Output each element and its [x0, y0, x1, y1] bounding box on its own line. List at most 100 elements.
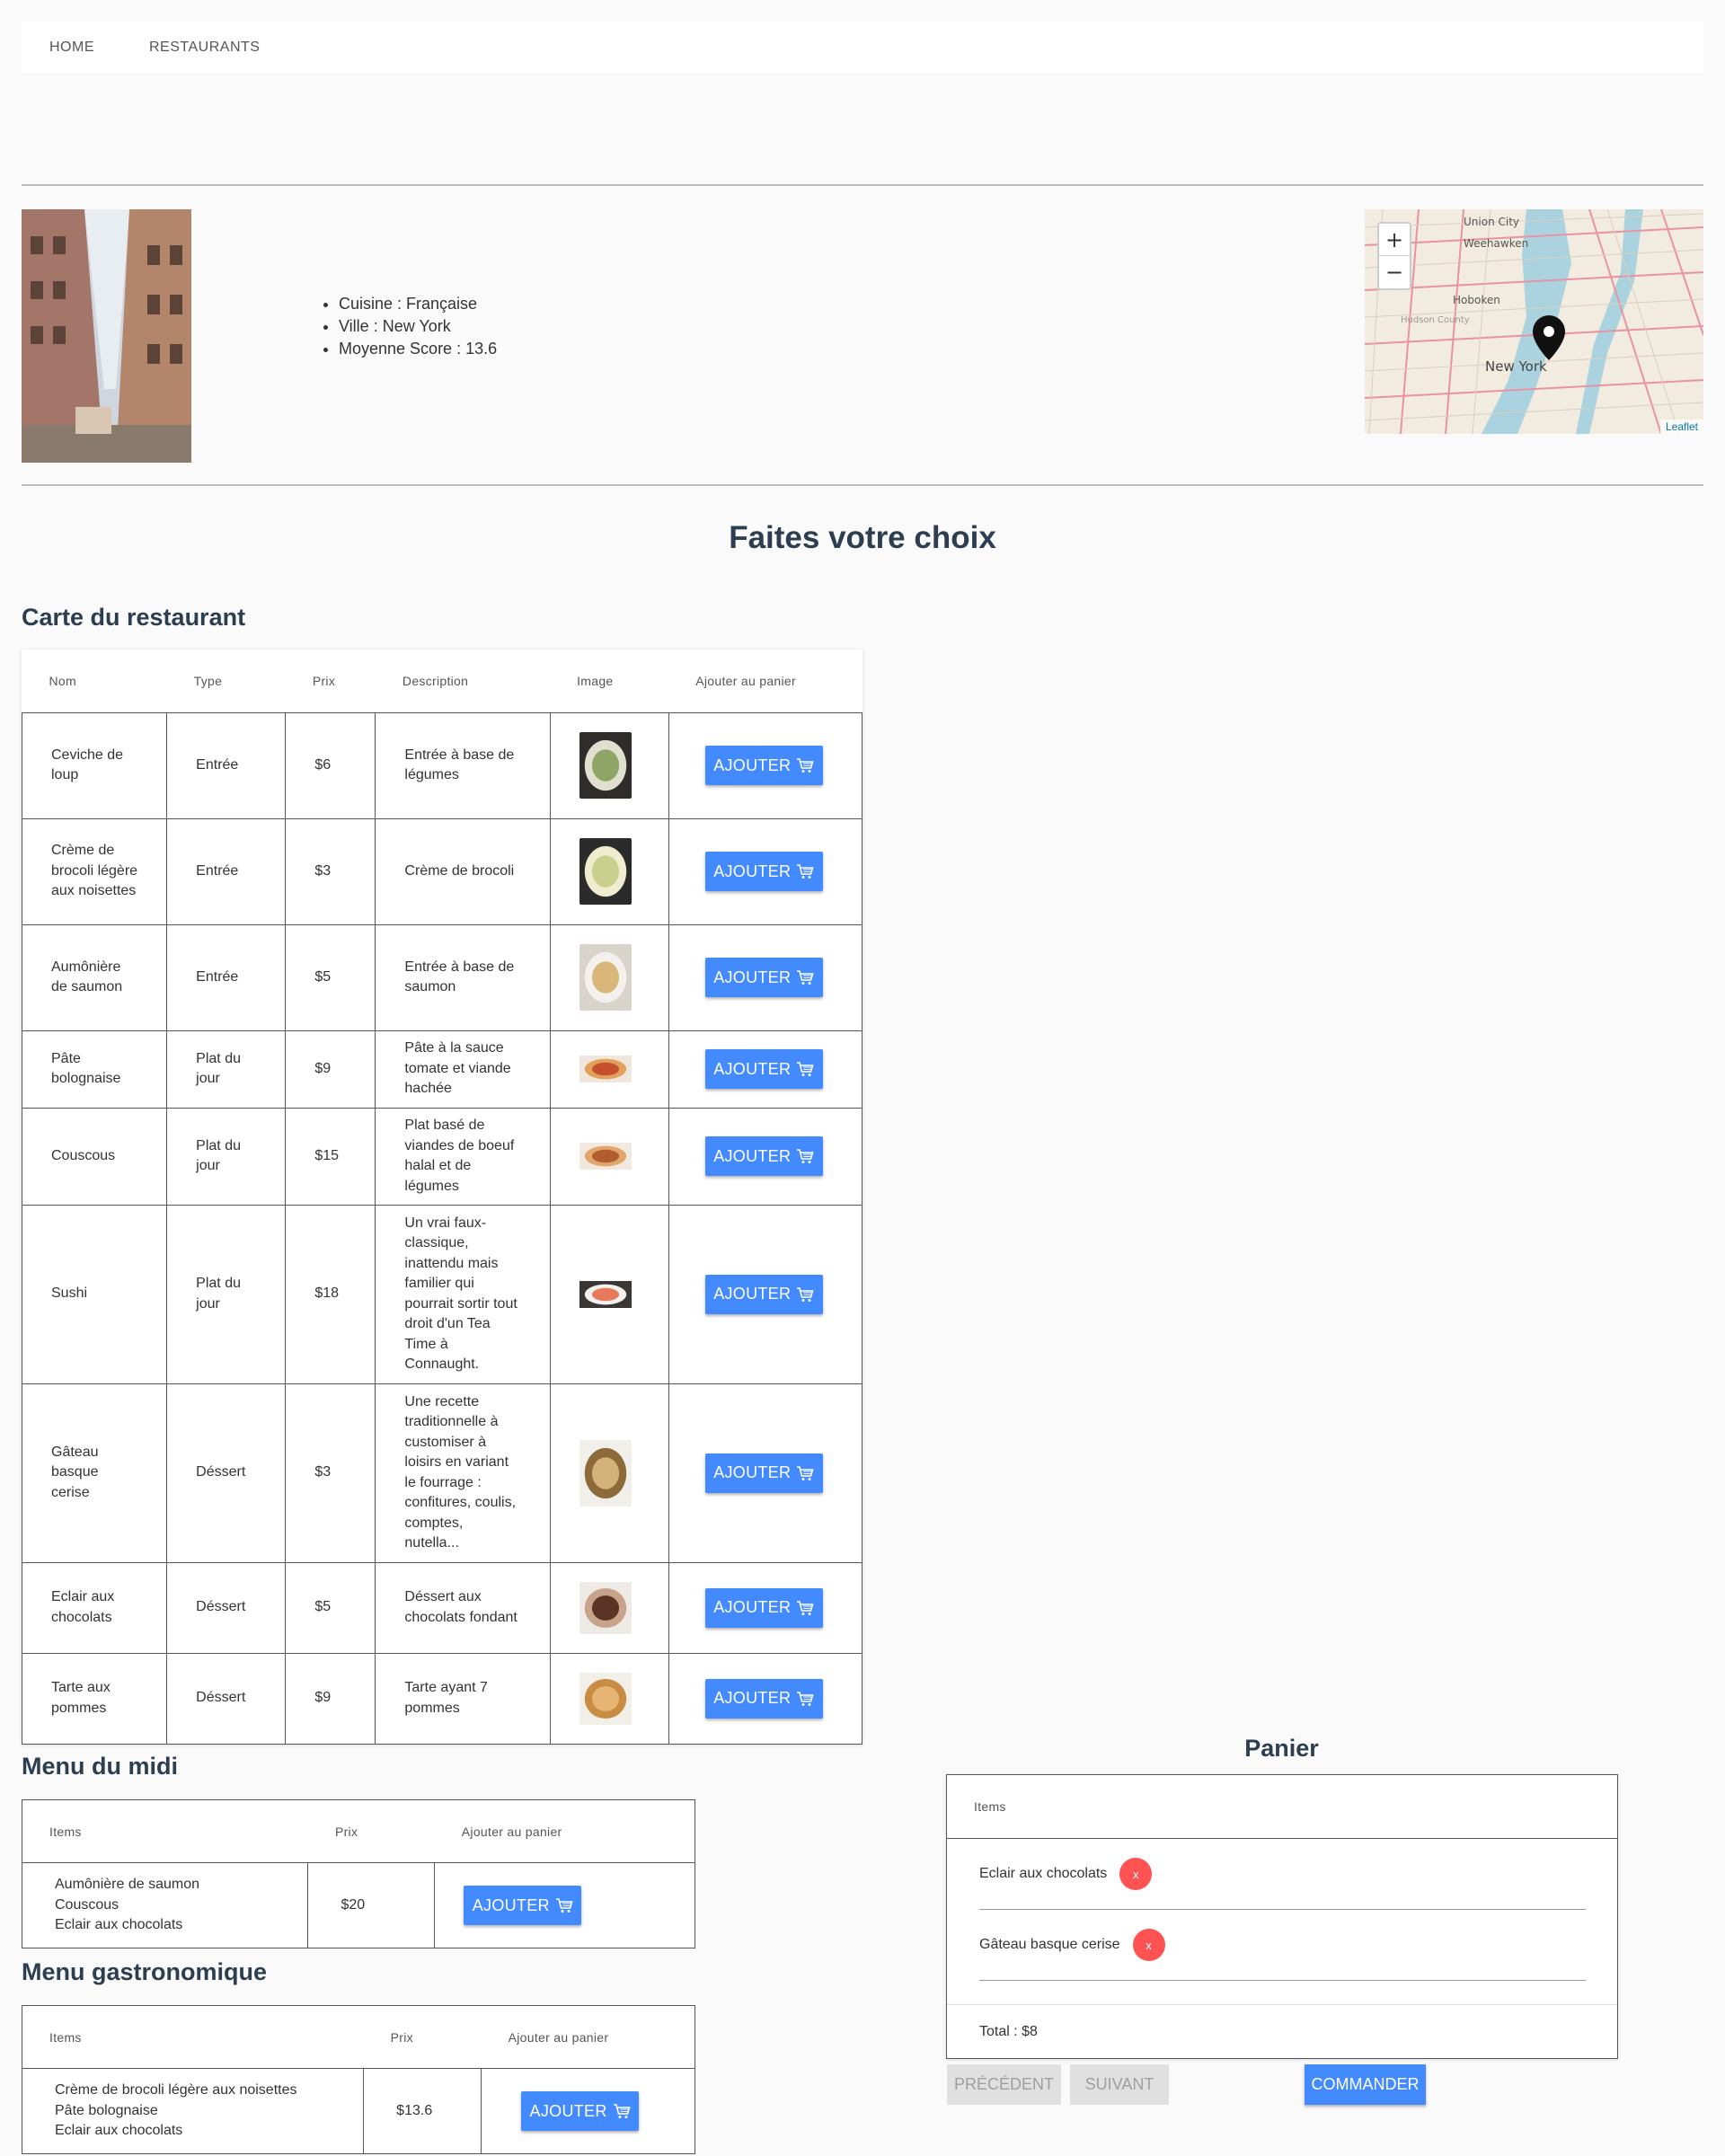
- dish-action-cell: AJOUTER: [668, 1204, 863, 1384]
- dish-type: Plat du jour: [166, 1204, 287, 1384]
- dish-image-cell: [549, 1652, 669, 1745]
- dish-name: Gâteau basque cerise: [21, 1383, 168, 1563]
- dish-type: Entrée: [166, 817, 287, 925]
- restaurant-score: Moyenne Score : 13.6: [339, 338, 497, 360]
- add-to-cart-button[interactable]: AJOUTER: [704, 1049, 823, 1089]
- previous-button[interactable]: PRÉCÉDENT: [947, 2064, 1061, 2105]
- dish-description: Une recette traditionnelle à customiser …: [375, 1383, 551, 1563]
- dish-price: $5: [285, 1561, 376, 1654]
- dish-price: $6: [285, 711, 376, 819]
- restaurant-map[interactable]: Union City Weehawken Hoboken Hudson Coun…: [1365, 209, 1703, 434]
- add-button-label: AJOUTER: [713, 1059, 792, 1078]
- carte-row: Aumônière de saumon Entrée $5 Entrée à base…: [21, 923, 863, 1031]
- carte-row: Sushi Plat du jour $18 Un vrai faux-classiq…: [21, 1204, 863, 1384]
- add-button-label: AJOUTER: [713, 1598, 792, 1616]
- nav-home-link[interactable]: HOME: [49, 40, 94, 56]
- dish-description: Pâte à la sauce tomate et viande hachée: [375, 1029, 551, 1109]
- dish-price: $3: [285, 817, 376, 925]
- carte-row: Couscous Plat du jour $15 Plat basé de vian…: [21, 1107, 863, 1206]
- dish-name: Eclair aux chocolats: [21, 1561, 168, 1654]
- dish-description: Entrée à base de légumes: [375, 711, 551, 819]
- add-to-cart-button[interactable]: AJOUTER: [704, 1678, 823, 1719]
- gastro-add-button[interactable]: AJOUTER: [521, 2091, 640, 2131]
- page-title: Faites votre choix: [729, 520, 996, 555]
- dish-photo: [579, 1143, 632, 1170]
- add-to-cart-button[interactable]: AJOUTER: [704, 1453, 823, 1493]
- map-label-union-city: Union City: [1464, 216, 1519, 228]
- dish-name: Couscous: [21, 1107, 168, 1206]
- add-to-cart-button[interactable]: AJOUTER: [704, 1274, 823, 1314]
- gastro-item: Pâte bolognaise: [55, 2102, 158, 2118]
- carte-row: Tarte aux pommes Déssert $9 Tarte ayant 7 p…: [21, 1652, 863, 1745]
- cart-icon: [797, 1149, 814, 1163]
- zoom-in-button[interactable]: +: [1379, 224, 1410, 256]
- nav-restaurants-link[interactable]: RESTAURANTS: [149, 40, 260, 56]
- dish-action-cell: AJOUTER: [668, 1107, 863, 1206]
- dish-image-cell: [549, 923, 669, 1031]
- carte-table: Nom Type Prix Description Image Ajouter …: [21, 649, 863, 1745]
- dish-action-cell: AJOUTER: [668, 1652, 863, 1745]
- dish-type: Plat du jour: [166, 1029, 287, 1109]
- panier-title: Panier: [1244, 1735, 1319, 1762]
- dish-name: Ceviche de loup: [21, 711, 168, 819]
- midi-add-button[interactable]: AJOUTER: [464, 1886, 582, 1925]
- panier-item: Gâteau basque cerise x: [979, 1910, 1586, 1981]
- carte-row: Pâte bolognaise Plat du jour $9 Pâte à la s…: [21, 1029, 863, 1109]
- dish-name: Aumônière de saumon: [21, 923, 168, 1031]
- map-label-weehawken: Weehawken: [1464, 237, 1528, 250]
- add-to-cart-button[interactable]: AJOUTER: [704, 958, 823, 997]
- gastro-action-cell: AJOUTER: [481, 2068, 695, 2154]
- midi-item: Aumônière de saumon: [55, 1877, 199, 1893]
- carte-row: Gâteau basque cerise Déssert $3 Une recette…: [21, 1383, 863, 1563]
- remove-item-button[interactable]: x: [1132, 1929, 1165, 1961]
- dish-image-cell: [549, 817, 669, 925]
- midi-row: Aumônière de saumon Couscous Eclair aux …: [21, 1862, 695, 1948]
- dish-description: Un vrai faux-classique, inattendu mais f…: [375, 1204, 551, 1384]
- add-to-cart-button[interactable]: AJOUTER: [704, 746, 823, 785]
- cart-icon: [797, 970, 814, 985]
- cart-icon: [797, 1062, 814, 1076]
- gastro-header-row: Items Prix Ajouter au panier: [22, 2005, 695, 2069]
- add-to-cart-button[interactable]: AJOUTER: [704, 1587, 823, 1628]
- dish-action-cell: AJOUTER: [668, 1029, 863, 1109]
- dish-photo: [579, 1280, 632, 1308]
- dish-action-cell: AJOUTER: [668, 711, 863, 819]
- dish-name: Sushi: [21, 1204, 168, 1384]
- add-to-cart-button[interactable]: AJOUTER: [704, 852, 823, 891]
- col-header-ajouter: Ajouter au panier: [668, 649, 862, 713]
- add-button-label: AJOUTER: [713, 1463, 792, 1481]
- midi-table: Items Prix Ajouter au panier Aumônière d…: [21, 1799, 695, 1948]
- midi-header-prix: Prix: [307, 1799, 435, 1863]
- gastro-item: Crème de brocoli légère aux noisettes: [55, 2082, 297, 2099]
- map-attribution-link[interactable]: Leaflet: [1659, 420, 1703, 434]
- divider-top: [22, 184, 1703, 186]
- midi-action-cell: AJOUTER: [434, 1862, 695, 1948]
- midi-items-cell: Aumônière de saumon Couscous Eclair aux …: [21, 1862, 309, 1948]
- gastro-items-cell: Crème de brocoli légère aux noisettes Pâ…: [21, 2068, 365, 2154]
- dish-description: Tarte ayant 7 pommes: [375, 1652, 551, 1745]
- commander-button[interactable]: COMMANDER: [1305, 2064, 1426, 2105]
- next-button[interactable]: SUIVANT: [1070, 2064, 1169, 2105]
- dish-description: Crème de brocoli: [375, 817, 551, 925]
- cart-icon: [797, 1691, 814, 1706]
- add-button-label: AJOUTER: [713, 862, 792, 880]
- add-to-cart-button[interactable]: AJOUTER: [704, 1136, 823, 1176]
- dish-type: Entrée: [166, 711, 287, 819]
- restaurant-city: Ville : New York: [339, 315, 497, 338]
- zoom-out-button[interactable]: −: [1379, 256, 1410, 288]
- dish-photo: [579, 1056, 632, 1082]
- carte-row: Crème de brocoli légère aux noisettes Ent…: [21, 817, 863, 925]
- cart-icon: [613, 2104, 631, 2118]
- cart-icon: [797, 864, 814, 879]
- remove-item-button[interactable]: x: [1119, 1858, 1153, 1890]
- midi-prix: $20: [307, 1862, 436, 1948]
- add-button-label: AJOUTER: [713, 968, 792, 986]
- dish-name: Tarte aux pommes: [21, 1652, 168, 1745]
- midi-item: Eclair aux chocolats: [55, 1917, 183, 1933]
- dish-image-cell: [549, 1383, 669, 1563]
- dish-photo: [579, 1672, 632, 1725]
- cart-icon: [797, 758, 814, 773]
- dish-photo: [579, 1439, 632, 1507]
- dish-description: Plat basé de viandes de boeuf halal et d…: [375, 1107, 551, 1206]
- dish-description: Déssert aux chocolats fondant: [375, 1561, 551, 1654]
